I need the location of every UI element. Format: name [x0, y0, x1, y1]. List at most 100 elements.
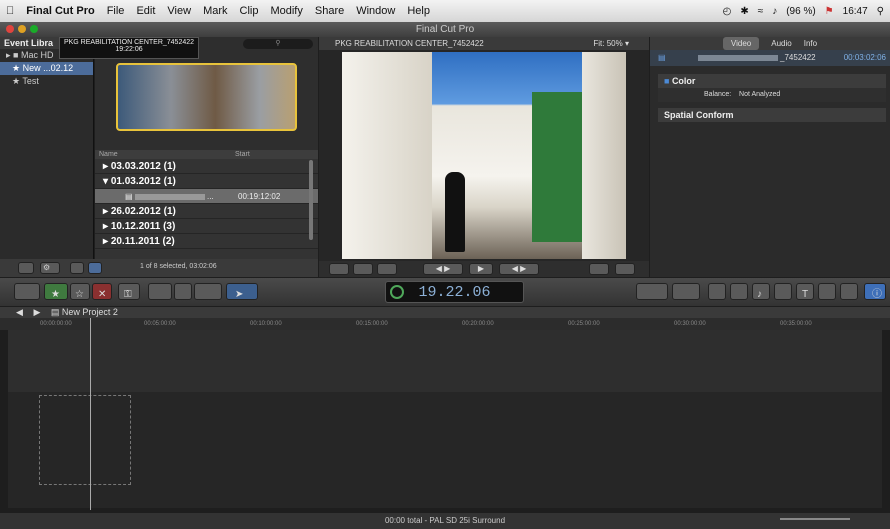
- list-view-button[interactable]: [70, 262, 84, 274]
- video-frame[interactable]: [342, 52, 626, 259]
- clip-info-bar: ▤ _7452422 00:03:02:06: [650, 50, 890, 66]
- history-back-icon[interactable]: ◀: [0, 307, 23, 317]
- search-field[interactable]: ⚲: [243, 39, 313, 49]
- disclosure-icon[interactable]: ▸: [103, 221, 111, 232]
- themes-button[interactable]: [840, 283, 858, 300]
- menu-mark[interactable]: Mark: [197, 5, 233, 17]
- empty-storyline-placeholder[interactable]: [39, 395, 131, 485]
- previous-frame-button[interactable]: ◀ ▶: [423, 263, 463, 275]
- apple-icon[interactable]: : [0, 5, 20, 17]
- enhancements-button[interactable]: [636, 283, 668, 300]
- playhead[interactable]: [90, 318, 91, 510]
- insert-clip-button[interactable]: [174, 283, 192, 300]
- balance-row: Balance: Not Analyzed: [658, 88, 886, 102]
- flag-icon[interactable]: ⚑: [825, 6, 834, 17]
- clock[interactable]: 16:47: [843, 6, 868, 17]
- crop-button[interactable]: [353, 263, 373, 275]
- zoom-button[interactable]: [30, 25, 38, 33]
- loop-button[interactable]: [615, 263, 635, 275]
- spotlight-icon[interactable]: ⚲: [877, 6, 884, 17]
- disclosure-icon[interactable]: ▾: [103, 176, 111, 187]
- select-tool-button[interactable]: ➤: [226, 283, 258, 300]
- clip-tooltip: PKG REABILITATION CENTER_7452422 19:22:0…: [59, 37, 199, 59]
- media-button[interactable]: [708, 283, 726, 300]
- library-item-test[interactable]: ★ Test: [0, 75, 93, 88]
- close-button[interactable]: [6, 25, 14, 33]
- media-browser-button[interactable]: [14, 283, 40, 300]
- menu-view[interactable]: View: [161, 5, 197, 17]
- show-library-button[interactable]: [18, 262, 34, 274]
- menu-modify[interactable]: Modify: [264, 5, 308, 17]
- settings-button[interactable]: ⚙: [40, 262, 60, 274]
- inspector-button[interactable]: ⓘ: [864, 283, 886, 300]
- battery-indicator[interactable]: (96 %): [786, 6, 815, 17]
- menu-help[interactable]: Help: [401, 5, 436, 17]
- play-button[interactable]: ▶: [469, 263, 493, 275]
- search-icon: ⚲: [275, 40, 281, 47]
- reject-button[interactable]: ✕: [92, 283, 112, 300]
- menu-file[interactable]: File: [101, 5, 131, 17]
- wifi-icon[interactable]: ≈: [758, 6, 764, 17]
- fullscreen-button[interactable]: [589, 263, 609, 275]
- title-icon: T: [802, 289, 809, 300]
- keyword-button[interactable]: ⚿: [118, 283, 140, 300]
- connect-clip-button[interactable]: [148, 283, 172, 300]
- menu-window[interactable]: Window: [350, 5, 401, 17]
- tab-info[interactable]: Info: [804, 37, 817, 50]
- project-icon: ▤: [50, 307, 60, 317]
- col-start[interactable]: Start: [235, 150, 250, 159]
- timeline-ruler[interactable]: 00:00:00:00 00:05:00:00 00:10:00:00 00:1…: [0, 318, 890, 330]
- tab-video[interactable]: Video: [722, 37, 760, 50]
- retime-button[interactable]: [672, 283, 700, 300]
- tab-audio[interactable]: Audio: [771, 37, 791, 50]
- filmstrip-view-button[interactable]: [88, 262, 102, 274]
- menu-clip[interactable]: Clip: [234, 5, 265, 17]
- zoom-slider[interactable]: [780, 518, 850, 520]
- menu-edit[interactable]: Edit: [130, 5, 161, 17]
- zoom-menu[interactable]: Fit: 50% ▾: [593, 37, 629, 50]
- volume-icon[interactable]: ♪: [772, 6, 777, 17]
- generators-button[interactable]: [818, 283, 836, 300]
- append-clip-button[interactable]: [194, 283, 222, 300]
- list-scrollbar[interactable]: [309, 160, 313, 240]
- list-item[interactable]: ▾ 01.03.2012 (1): [95, 174, 318, 189]
- disclosure-icon[interactable]: ▸: [103, 236, 111, 247]
- disclosure-icon[interactable]: ▸: [103, 161, 111, 172]
- favorite-button[interactable]: ★: [44, 283, 68, 300]
- library-item-new-event[interactable]: ★ New ...02.12: [0, 62, 93, 75]
- transform-button[interactable]: [329, 263, 349, 275]
- viewer-controls: ◀ ▶ ▶ ◀ ▶: [319, 261, 649, 277]
- list-item[interactable]: ▸ 20.11.2011 (2): [95, 234, 318, 249]
- clip-name-blurred: [134, 193, 205, 200]
- next-frame-button[interactable]: ◀ ▶: [499, 263, 539, 275]
- music-button[interactable]: ♪: [752, 283, 770, 300]
- minimize-button[interactable]: [18, 25, 26, 33]
- photos-button[interactable]: [730, 283, 748, 300]
- distort-button[interactable]: [377, 263, 397, 275]
- history-forward-icon[interactable]: ▶: [25, 307, 40, 317]
- spatial-conform-section[interactable]: Spatial Conform: [658, 108, 886, 122]
- selection-status: 1 of 8 selected, 03:02:06: [140, 263, 217, 270]
- primary-storyline[interactable]: [8, 392, 882, 508]
- enable-checkbox[interactable]: ■: [664, 76, 672, 86]
- list-item[interactable]: ▸ 10.12.2011 (3): [95, 219, 318, 234]
- clip-row[interactable]: ▤ ... 00:19:12:02: [95, 189, 318, 204]
- star-icon: ★: [12, 76, 23, 86]
- app-menu[interactable]: Final Cut Pro: [20, 5, 100, 17]
- col-name[interactable]: Name: [95, 151, 118, 158]
- bluetooth-icon[interactable]: ✱: [740, 6, 748, 17]
- disclosure-icon[interactable]: ▸: [103, 206, 111, 217]
- timecode-display[interactable]: 19.22.06: [385, 281, 524, 303]
- timemachine-icon[interactable]: ◴: [723, 6, 732, 17]
- viewer-header: PKG REABILITATION CENTER_7452422 Fit: 50…: [319, 37, 649, 50]
- list-item[interactable]: ▸ 03.03.2012 (1): [95, 159, 318, 174]
- info-icon: ⓘ: [872, 289, 882, 300]
- transitions-button[interactable]: [774, 283, 792, 300]
- menu-share[interactable]: Share: [309, 5, 350, 17]
- list-item[interactable]: ▸ 26.02.2012 (1): [95, 204, 318, 219]
- background-task-icon[interactable]: [390, 285, 404, 299]
- titles-button[interactable]: T: [796, 283, 814, 300]
- unrate-button[interactable]: ☆: [70, 283, 90, 300]
- color-section[interactable]: ■ Color: [658, 74, 886, 88]
- clip-thumbnail[interactable]: [116, 63, 297, 131]
